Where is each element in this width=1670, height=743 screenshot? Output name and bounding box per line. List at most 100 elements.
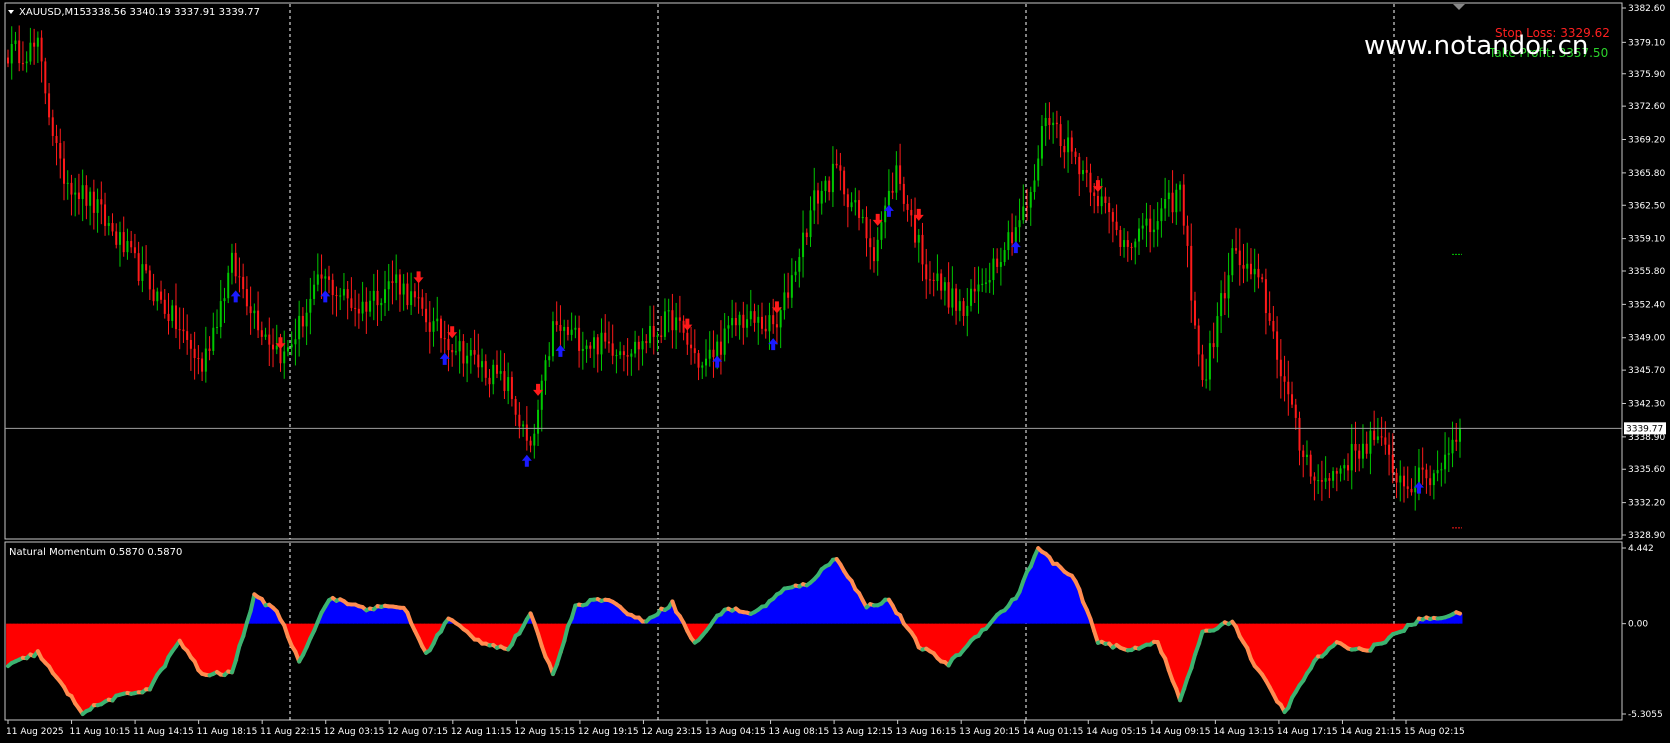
time-tick-label: 13 Aug 12:15 bbox=[832, 727, 893, 737]
momentum-bar bbox=[65, 623, 71, 695]
momentum-bar bbox=[812, 579, 817, 624]
candle-body bbox=[402, 283, 405, 295]
price-tick-label: 3355.80 bbox=[1628, 267, 1665, 277]
candle-body bbox=[253, 310, 256, 314]
candle-body bbox=[1242, 265, 1245, 269]
candle-body bbox=[1029, 192, 1032, 208]
candle-body bbox=[309, 298, 312, 313]
candle-body bbox=[928, 279, 931, 281]
candle-body bbox=[395, 274, 398, 283]
candle-body bbox=[1347, 465, 1350, 471]
candle-body bbox=[970, 288, 973, 306]
candle-body bbox=[406, 283, 409, 306]
candle-body bbox=[201, 358, 204, 372]
price-tick-label: 3365.80 bbox=[1628, 169, 1665, 179]
candle-body bbox=[1100, 196, 1103, 207]
candle-body bbox=[473, 350, 476, 355]
candle-body bbox=[1343, 465, 1346, 469]
candle-body bbox=[189, 339, 192, 349]
candle-body bbox=[690, 344, 693, 349]
candle-body bbox=[652, 325, 655, 337]
momentum-bar bbox=[1114, 623, 1120, 646]
candle-body bbox=[675, 317, 678, 331]
momentum-bar bbox=[218, 623, 224, 675]
momentum-bar bbox=[931, 623, 937, 654]
candle-body bbox=[1261, 277, 1264, 280]
price-tick-label: 3362.50 bbox=[1628, 201, 1665, 211]
momentum-bar bbox=[1353, 623, 1358, 650]
candle-body bbox=[1328, 478, 1331, 481]
candle-body bbox=[1171, 192, 1174, 213]
candle-body bbox=[44, 61, 47, 94]
candle-body bbox=[772, 315, 775, 325]
momentum-bar bbox=[58, 623, 63, 682]
candle-body bbox=[346, 289, 349, 299]
momentum-bar bbox=[1271, 623, 1276, 695]
candle-body bbox=[843, 170, 846, 195]
candle-body bbox=[1026, 206, 1029, 208]
momentum-bar bbox=[103, 623, 108, 702]
momentum-bar bbox=[226, 623, 231, 672]
candle-body bbox=[753, 311, 756, 323]
momentum-bar bbox=[577, 604, 582, 624]
momentum-bar bbox=[334, 600, 339, 624]
momentum-bar bbox=[1264, 623, 1269, 681]
candle-body bbox=[7, 57, 9, 64]
candle-body bbox=[1380, 436, 1383, 438]
momentum-bar bbox=[819, 569, 825, 624]
momentum-bar bbox=[584, 604, 590, 624]
candle-body bbox=[503, 371, 506, 392]
candle-body bbox=[107, 223, 110, 226]
candle-body bbox=[167, 313, 170, 321]
candle-body bbox=[977, 284, 980, 292]
candle-body bbox=[760, 316, 763, 329]
candle-body bbox=[100, 199, 103, 205]
momentum-bar bbox=[1364, 623, 1370, 651]
momentum-bar bbox=[1376, 623, 1381, 645]
momentum-bar bbox=[491, 623, 496, 645]
candle-body bbox=[335, 295, 338, 297]
candle-body bbox=[443, 338, 446, 340]
candle-body bbox=[55, 135, 58, 143]
candle-body bbox=[1249, 263, 1252, 275]
candle-body bbox=[51, 117, 54, 136]
trading-chart[interactable]: XAUUSD,M15 3338.56 3340.19 3337.91 3339.… bbox=[0, 0, 1670, 743]
candle-body bbox=[421, 297, 424, 309]
momentum-bar bbox=[1129, 623, 1134, 651]
candle-body bbox=[861, 217, 864, 219]
candle-body bbox=[768, 315, 771, 332]
candle-body bbox=[835, 163, 838, 166]
candle-body bbox=[133, 247, 136, 254]
candle-body bbox=[365, 301, 368, 312]
candle-body bbox=[1182, 184, 1185, 226]
current-price-tag: 3339.77 bbox=[1624, 422, 1666, 435]
candle-body bbox=[630, 353, 633, 357]
candle-body bbox=[1119, 230, 1122, 248]
momentum-bar bbox=[200, 623, 205, 674]
candle-body bbox=[488, 377, 491, 385]
candle-body bbox=[1078, 156, 1081, 175]
candle-body bbox=[320, 274, 323, 279]
candle-body bbox=[77, 192, 80, 200]
candle-body bbox=[1276, 331, 1279, 360]
candle-body bbox=[193, 348, 196, 359]
candle-body bbox=[331, 279, 334, 296]
momentum-bar bbox=[91, 623, 97, 706]
momentum-bar bbox=[495, 623, 500, 648]
candle-body bbox=[902, 183, 905, 204]
candle-body bbox=[1421, 467, 1424, 470]
candle-body bbox=[611, 343, 614, 356]
momentum-bar bbox=[24, 623, 30, 659]
candle-body bbox=[1444, 454, 1447, 470]
momentum-bar bbox=[789, 587, 795, 624]
momentum-bar bbox=[1099, 623, 1105, 642]
candle-body bbox=[1160, 208, 1163, 222]
momentum-bar bbox=[599, 600, 604, 624]
candle-body bbox=[186, 331, 189, 340]
momentum-bar bbox=[1069, 575, 1075, 624]
candle-body bbox=[1216, 316, 1219, 348]
candle-body bbox=[499, 371, 502, 374]
candle-body bbox=[383, 289, 386, 303]
candle-body bbox=[219, 301, 222, 327]
candle-body bbox=[764, 328, 767, 332]
